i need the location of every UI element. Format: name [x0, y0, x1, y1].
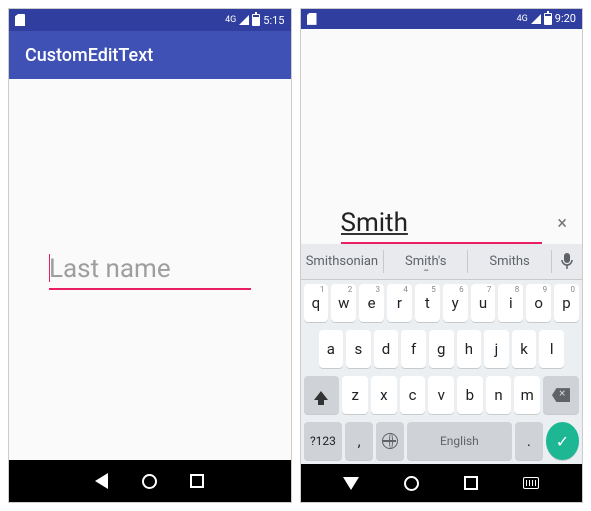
- signal-icon: [239, 15, 249, 25]
- edittext-container: [49, 250, 251, 290]
- shift-icon: [314, 391, 328, 400]
- nav-home-button[interactable]: [404, 476, 419, 491]
- language-key[interactable]: [376, 422, 404, 460]
- mic-icon[interactable]: [552, 252, 582, 270]
- key-t[interactable]: t5: [415, 284, 440, 322]
- signal-label: 4G: [225, 15, 236, 25]
- status-bar: 4G 9:20: [301, 9, 583, 29]
- key-f[interactable]: f: [401, 330, 426, 368]
- key-l[interactable]: l: [539, 330, 564, 368]
- globe-icon: [382, 433, 398, 449]
- key-b[interactable]: b: [457, 376, 483, 414]
- phone-right: 4G 9:20 × Smithsonian Smith's Smiths q1w…: [300, 8, 584, 503]
- sim-icon: [15, 14, 25, 26]
- space-key[interactable]: English: [407, 422, 512, 460]
- key-row-4: ?123 , English . ✓: [301, 418, 583, 464]
- key-row-3: zxcvbnm: [301, 372, 583, 418]
- clock: 5:15: [263, 14, 284, 27]
- nav-bar: [9, 460, 291, 502]
- signal-label: 4G: [517, 14, 528, 24]
- key-s[interactable]: s: [346, 330, 371, 368]
- sim-icon: [307, 13, 317, 25]
- key-e[interactable]: e3: [359, 284, 384, 322]
- key-k[interactable]: k: [512, 330, 537, 368]
- backspace-icon: [552, 388, 570, 402]
- enter-key[interactable]: ✓: [546, 422, 579, 460]
- key-c[interactable]: c: [400, 376, 426, 414]
- key-i[interactable]: i8: [498, 284, 523, 322]
- suggestion-1[interactable]: Smithsonian: [301, 250, 385, 273]
- content-area: ×: [301, 29, 583, 244]
- content-area: [9, 79, 291, 460]
- shift-key[interactable]: [304, 376, 340, 414]
- lastname-input[interactable]: [341, 204, 543, 244]
- key-v[interactable]: v: [428, 376, 454, 414]
- phone-left: 4G 5:15 CustomEditText: [8, 8, 292, 503]
- key-n[interactable]: n: [486, 376, 512, 414]
- status-bar: 4G 5:15: [9, 9, 291, 31]
- clear-icon[interactable]: ×: [557, 213, 567, 234]
- edittext-container: ×: [341, 204, 543, 244]
- symbols-key[interactable]: ?123: [304, 422, 343, 460]
- key-u[interactable]: u7: [471, 284, 496, 322]
- keyboard: q1w2e3r4t5y6u7i8o9p0 asdfghjkl zxcvbnm ?…: [301, 280, 583, 464]
- key-row-1: q1w2e3r4t5y6u7i8o9p0: [301, 280, 583, 326]
- key-d[interactable]: d: [374, 330, 399, 368]
- nav-bar: [301, 464, 583, 502]
- key-o[interactable]: o9: [526, 284, 551, 322]
- key-q[interactable]: q1: [304, 284, 329, 322]
- suggestion-3[interactable]: Smiths: [468, 250, 552, 273]
- nav-back-button[interactable]: [95, 473, 108, 489]
- suggestion-2[interactable]: Smith's: [384, 250, 468, 273]
- backspace-key[interactable]: [543, 376, 579, 414]
- nav-back-button[interactable]: [343, 477, 359, 490]
- key-r[interactable]: r4: [387, 284, 412, 322]
- clock: 9:20: [555, 12, 576, 25]
- text-cursor: [49, 254, 50, 282]
- signal-icon: [531, 14, 541, 24]
- lastname-input[interactable]: [49, 250, 251, 290]
- nav-home-button[interactable]: [142, 474, 157, 489]
- comma-key[interactable]: ,: [345, 422, 373, 460]
- key-y[interactable]: y6: [443, 284, 468, 322]
- app-title: CustomEditText: [25, 45, 153, 66]
- key-h[interactable]: h: [457, 330, 482, 368]
- keyboard-switch-icon[interactable]: [523, 477, 539, 489]
- key-g[interactable]: g: [429, 330, 454, 368]
- suggestion-bar: Smithsonian Smith's Smiths: [301, 244, 583, 280]
- battery-icon: [544, 13, 552, 25]
- nav-recent-button[interactable]: [464, 476, 478, 490]
- key-w[interactable]: w2: [331, 284, 356, 322]
- key-j[interactable]: j: [484, 330, 509, 368]
- key-m[interactable]: m: [514, 376, 540, 414]
- nav-recent-button[interactable]: [190, 474, 204, 488]
- key-row-2: asdfghjkl: [301, 326, 583, 372]
- app-bar: CustomEditText: [9, 31, 291, 79]
- key-x[interactable]: x: [371, 376, 397, 414]
- battery-icon: [252, 14, 260, 26]
- period-key[interactable]: .: [515, 422, 543, 460]
- key-p[interactable]: p0: [554, 284, 579, 322]
- key-z[interactable]: z: [342, 376, 368, 414]
- key-a[interactable]: a: [319, 330, 344, 368]
